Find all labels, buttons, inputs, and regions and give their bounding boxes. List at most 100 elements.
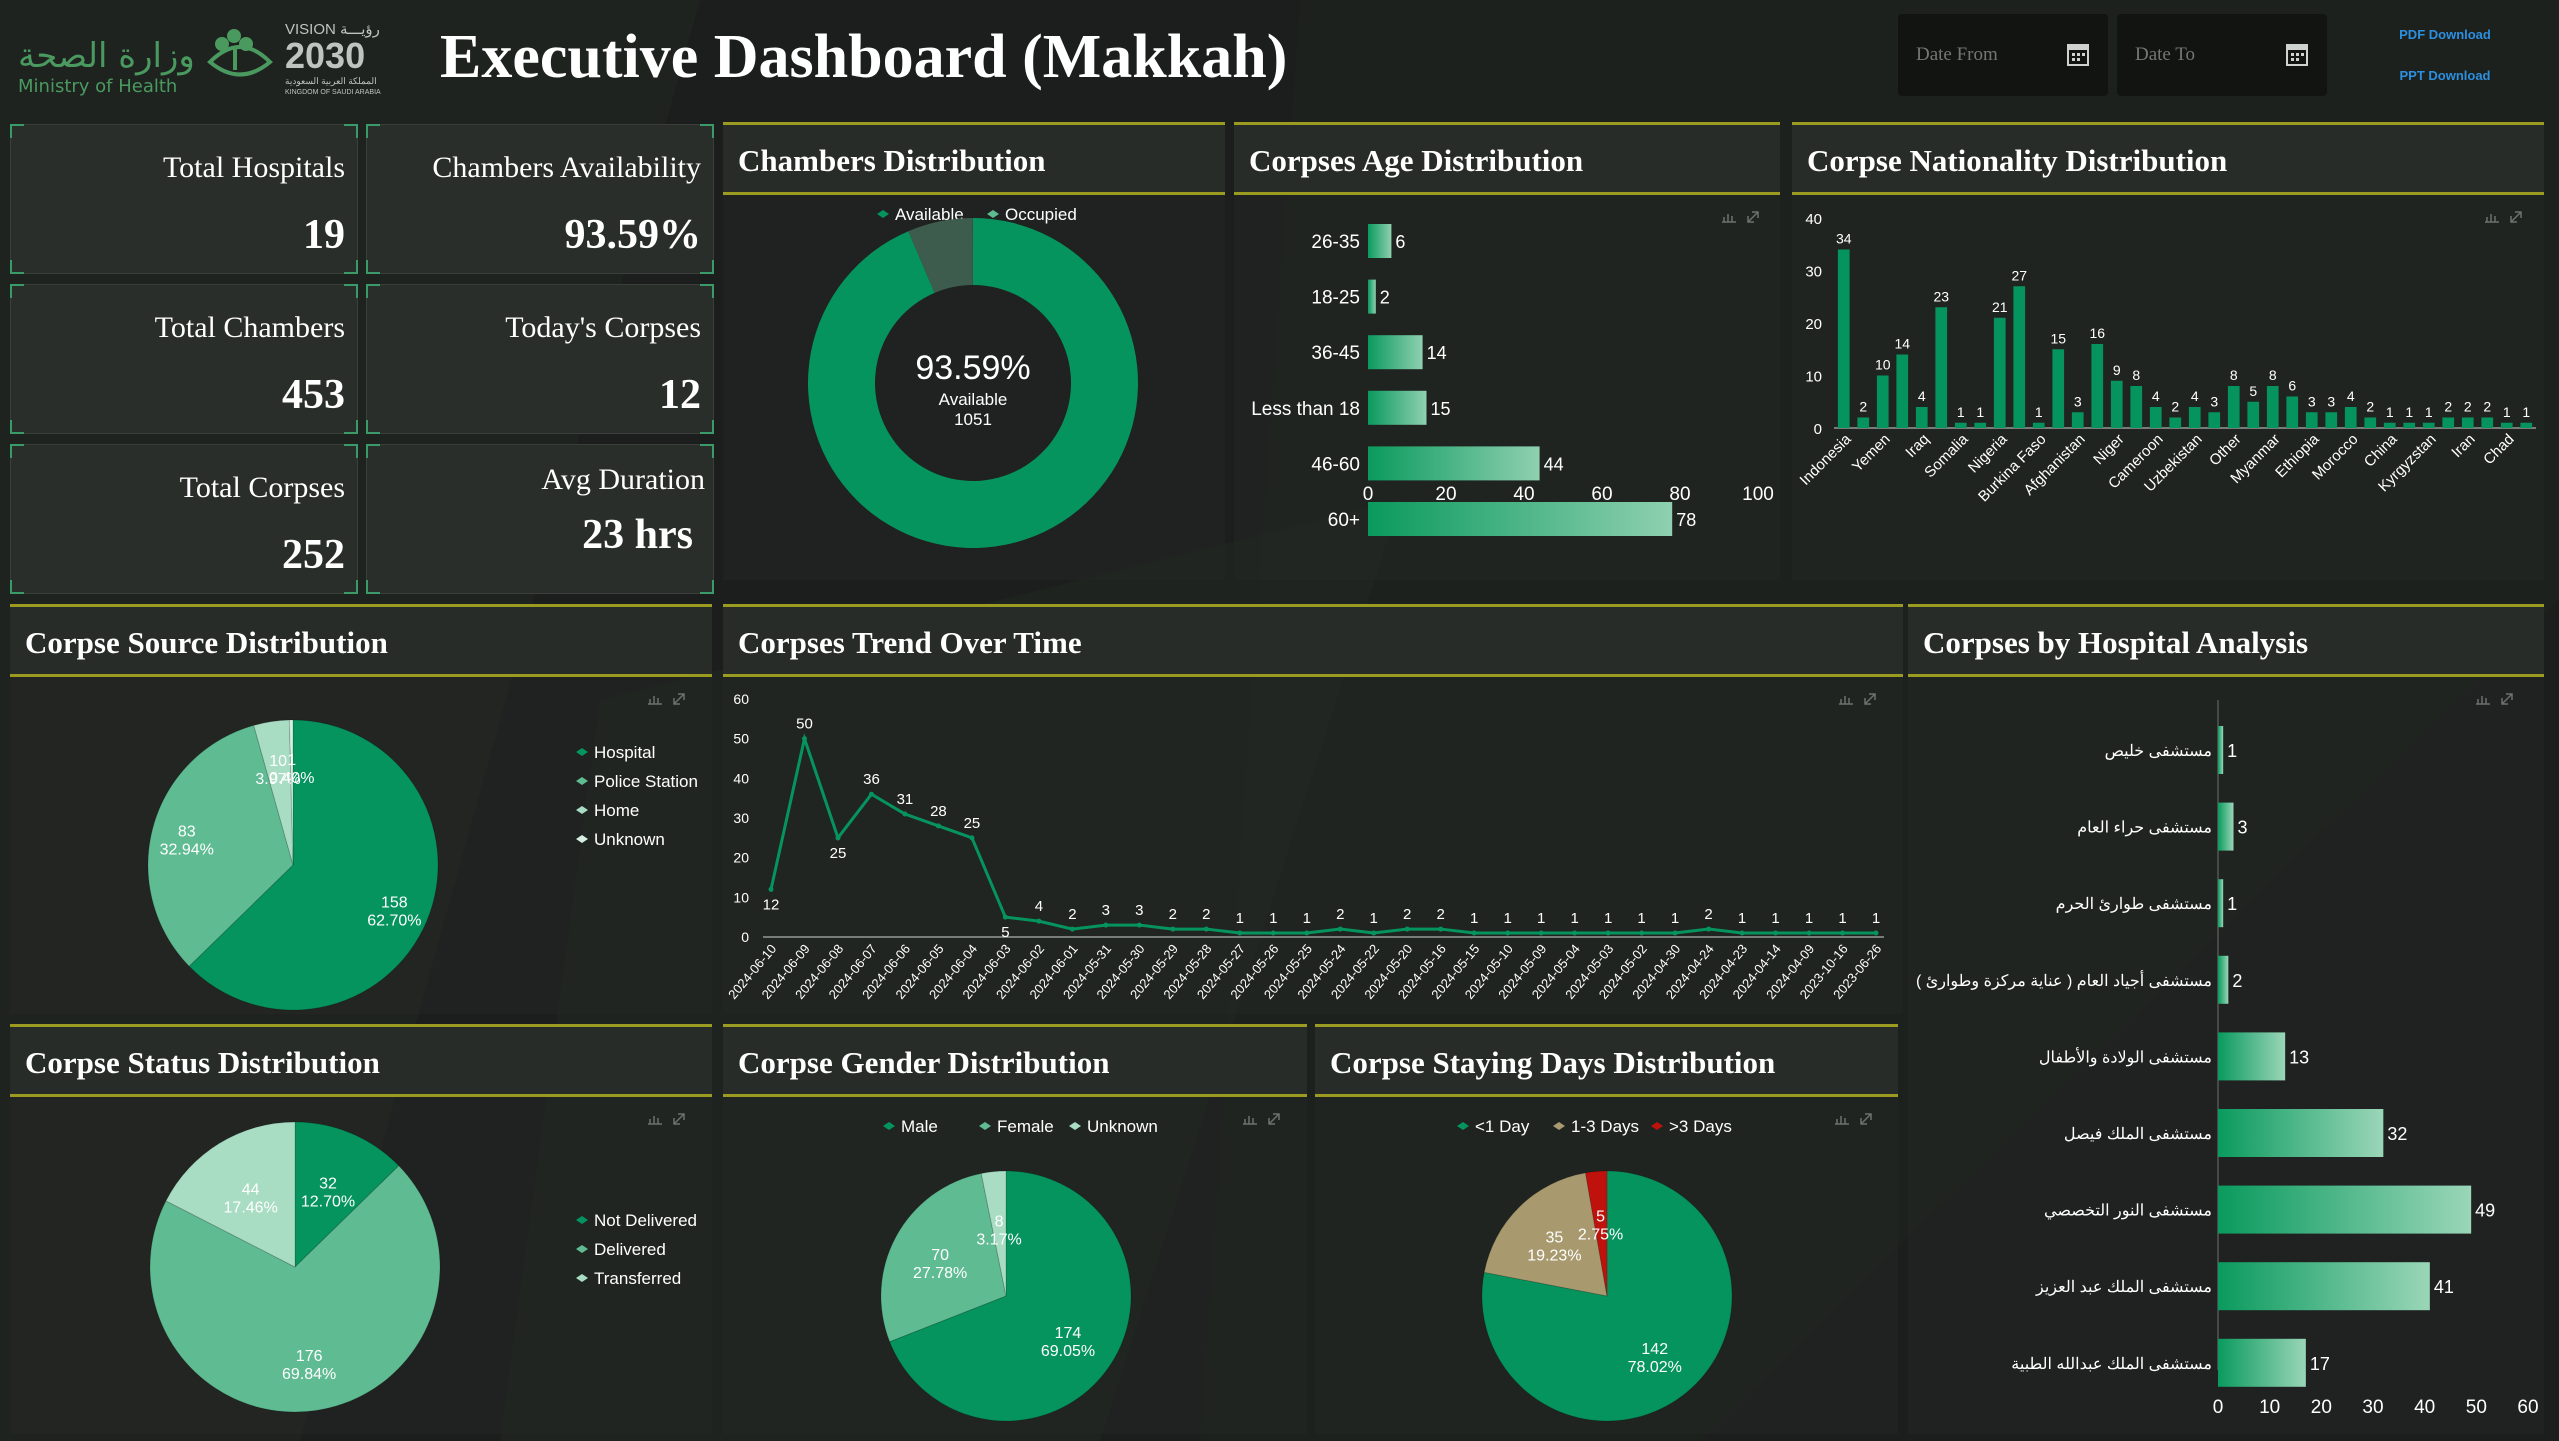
data-view-icon[interactable] xyxy=(1835,1116,1849,1125)
bar xyxy=(2052,349,2065,428)
data-view-icon[interactable] xyxy=(1722,214,1736,223)
bar xyxy=(1954,422,1967,428)
expand-icon[interactable] xyxy=(673,693,685,705)
bar xyxy=(2091,344,2104,428)
point-value-label: 1 xyxy=(1637,910,1645,927)
point-value-label: 12 xyxy=(763,896,780,913)
legend-label: Occupied xyxy=(1005,205,1077,224)
panel-title: Corpses by Hospital Analysis xyxy=(1908,607,2544,677)
point-value-label: 50 xyxy=(796,716,813,733)
trend-point xyxy=(1304,930,1310,936)
trend-point xyxy=(935,823,941,829)
bar xyxy=(2218,1032,2286,1081)
point-value-label: 1 xyxy=(1671,910,1679,927)
axis-tick-label: Iraq xyxy=(1902,431,1932,461)
bar-value-label: 15 xyxy=(1431,399,1451,419)
panel-age: Corpses Age Distribution 26-35 6 18-25 2 36-… xyxy=(1234,122,1780,580)
trend-point xyxy=(1505,930,1511,936)
bar xyxy=(2032,422,2045,428)
bar-value-label: 1 xyxy=(2405,404,2413,420)
axis-tick-label: 10 xyxy=(2259,1397,2280,1418)
bar-value-label: 34 xyxy=(1836,231,1852,247)
legend-marker xyxy=(576,806,588,814)
bar-category-label: مستشفى أجياد العام ( عناية مركزة وطوارئ … xyxy=(1916,970,2212,990)
expand-icon[interactable] xyxy=(1747,211,1759,223)
kpi-value: 19 xyxy=(303,212,345,258)
nationality-chart: 01020304034210144231 121271153169 8424 3858… xyxy=(1797,211,2536,505)
bar xyxy=(2422,422,2435,428)
expand-icon[interactable] xyxy=(673,1113,685,1125)
trend-point xyxy=(1806,930,1812,936)
bar-category-label: مستشفى الملك فيصل xyxy=(2064,1126,2212,1143)
calendar-icon[interactable] xyxy=(2066,41,2090,67)
expand-icon[interactable] xyxy=(1268,1113,1280,1125)
bar xyxy=(1368,390,1427,425)
legend-marker xyxy=(576,1245,588,1253)
bar-category-label: مستشفى الملك عبد العزيز xyxy=(2035,1279,2212,1296)
card-corner xyxy=(344,420,358,434)
panel-title: Corpse Staying Days Distribution xyxy=(1315,1027,1898,1097)
kpi-value: 252 xyxy=(282,532,345,578)
point-value-label: 1 xyxy=(1303,910,1311,927)
data-view-icon[interactable] xyxy=(2485,214,2499,223)
bar-value-label: 1 xyxy=(2227,741,2237,761)
data-view-icon[interactable] xyxy=(1243,1116,1257,1125)
data-view-icon[interactable] xyxy=(1839,696,1853,705)
card-corner xyxy=(10,580,24,594)
card-corner xyxy=(344,260,358,274)
bar xyxy=(1837,249,1850,428)
card-corner xyxy=(344,444,358,458)
calendar-icon[interactable] xyxy=(2285,41,2309,67)
panel-staying: Corpse Staying Days Distribution <1 Day 1… xyxy=(1315,1024,1898,1434)
panel-source: Corpse Source Distribution 158 62.70% 83 32… xyxy=(10,604,712,1014)
date-from-field[interactable] xyxy=(1898,14,2108,96)
panel-title: Chambers Distribution xyxy=(723,125,1225,195)
bar-value-label: 5 xyxy=(2249,383,2257,399)
bar-value-label: 27 xyxy=(2011,267,2027,283)
bar xyxy=(2013,286,2026,428)
bar-value-label: 3 xyxy=(2210,393,2218,409)
legend-marker xyxy=(1651,1122,1663,1130)
bar xyxy=(2344,407,2357,428)
kpi-label: Total Hospitals xyxy=(162,151,345,184)
bar-value-label: 9 xyxy=(2113,362,2121,378)
vision-2030-logo: VISION رؤيـــة 2030 المملكة العربية السع… xyxy=(207,21,381,96)
source-chart: 15862.70%8332.94%103.97%10.40%HospitalPo… xyxy=(147,693,698,1011)
kpi-todays-corpses: Today's Corpses 12 xyxy=(366,284,714,434)
chart-tools xyxy=(2485,211,2522,223)
bar-value-label: 10 xyxy=(1875,357,1891,373)
kpi-label: Total Chambers xyxy=(154,311,345,344)
legend-label: Hospital xyxy=(594,743,655,762)
bar-value-label: 3 xyxy=(2308,393,2316,409)
expand-icon[interactable] xyxy=(1864,693,1876,705)
trend-point xyxy=(969,835,975,841)
legend-label: 1-3 Days xyxy=(1571,1117,1639,1136)
axis-tick-label: 20 xyxy=(2311,1397,2332,1418)
slice-value: 32 xyxy=(319,1176,337,1193)
expand-icon[interactable] xyxy=(2501,693,2513,705)
ppt-download-button[interactable]: PPT Download xyxy=(2350,57,2540,93)
pdf-download-button[interactable]: PDF Download xyxy=(2350,16,2540,52)
slice-percent: 0.40% xyxy=(269,770,314,787)
chart-tools xyxy=(1243,1113,1280,1125)
trend-point xyxy=(1605,930,1611,936)
data-view-icon[interactable] xyxy=(648,1116,662,1125)
ministry-name-ar: وزارة الصحة xyxy=(18,36,195,76)
expand-icon[interactable] xyxy=(2510,211,2522,223)
legend-marker xyxy=(979,1122,991,1130)
bar xyxy=(2149,407,2162,428)
expand-icon[interactable] xyxy=(1860,1113,1872,1125)
kpi-avg-duration: Avg Duration 23 hrs xyxy=(366,444,714,594)
bar xyxy=(1896,354,1909,428)
bar xyxy=(2110,380,2123,428)
slice-percent: 12.70% xyxy=(301,1194,355,1211)
date-to-field[interactable] xyxy=(2117,14,2327,96)
point-value-label: 1 xyxy=(1872,910,1880,927)
data-view-icon[interactable] xyxy=(2476,696,2490,705)
bar xyxy=(1935,307,1948,428)
chart-tools xyxy=(648,693,685,705)
kpi-value: 12 xyxy=(659,372,701,418)
bar xyxy=(2071,412,2084,428)
kpi-chambers-availability: Chambers Availability 93.59% xyxy=(366,124,714,274)
data-view-icon[interactable] xyxy=(648,696,662,705)
